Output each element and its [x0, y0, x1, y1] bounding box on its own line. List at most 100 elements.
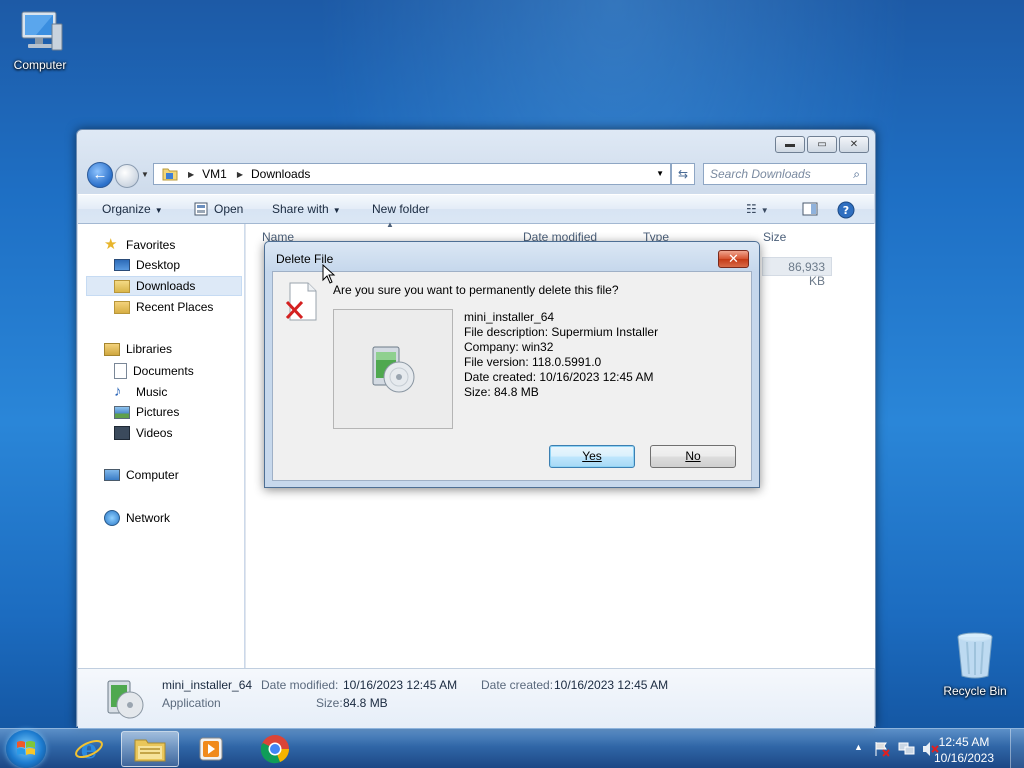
- delete-file-dialog: Delete File ✕ Are you sure you want to p…: [264, 241, 760, 488]
- preview-pane-icon: [802, 202, 818, 216]
- nav-favorites[interactable]: ★ Favorites: [104, 237, 175, 253]
- delete-file-icon: [285, 282, 317, 321]
- videos-icon: [114, 426, 130, 440]
- nav-network[interactable]: Network: [104, 510, 170, 526]
- show-desktop-button[interactable]: [1010, 729, 1024, 768]
- close-button[interactable]: ✕: [839, 136, 869, 153]
- nav-label: Recent Places: [136, 300, 214, 314]
- nav-videos[interactable]: Videos: [114, 426, 172, 440]
- back-button[interactable]: ←: [87, 162, 113, 188]
- clock-time: 12:45 AM: [938, 735, 990, 749]
- network-status-icon[interactable]: [898, 741, 916, 757]
- search-icon: ⌕: [853, 167, 860, 181]
- downloads-folder-icon: [114, 279, 130, 293]
- file-preview: [333, 309, 453, 429]
- new-folder-label: New folder: [372, 202, 430, 216]
- file-size-cell[interactable]: 86,933 KB: [762, 257, 832, 288]
- share-with-button[interactable]: Share with ▼: [272, 202, 341, 216]
- dialog-close-button[interactable]: ✕: [718, 250, 749, 268]
- nav-label: Videos: [136, 426, 173, 440]
- show-hidden-icons-button[interactable]: ▲: [854, 742, 863, 752]
- taskbar-internet-explorer[interactable]: e: [60, 731, 118, 767]
- file-size: Size: 84.8 MB: [464, 385, 539, 399]
- documents-icon: [114, 363, 127, 379]
- pictures-icon: [114, 405, 130, 419]
- search-placeholder: Search Downloads: [710, 167, 811, 181]
- desktop-icon-label: Recycle Bin: [943, 684, 1007, 698]
- preview-pane-button[interactable]: [802, 202, 818, 219]
- nav-label: Network: [126, 511, 171, 525]
- music-icon: ♪: [114, 383, 122, 400]
- file-description: File description: Supermium Installer: [464, 325, 659, 339]
- computer-icon: [104, 469, 120, 481]
- nav-desktop[interactable]: Desktop: [114, 258, 180, 272]
- desktop-icon: [114, 259, 130, 271]
- caption-buttons: ▬ ▭ ✕: [775, 136, 869, 153]
- nav-computer[interactable]: Computer: [104, 468, 179, 482]
- breadcrumb-separator-icon: ▶: [188, 169, 195, 179]
- nav-label: Libraries: [126, 342, 173, 356]
- back-arrow-icon: ←: [92, 166, 108, 183]
- open-label: Open: [214, 202, 244, 216]
- address-bar[interactable]: ▶ VM1 ▶ Downloads ▼: [153, 163, 671, 185]
- taskbar-chrome[interactable]: [246, 731, 304, 767]
- minimize-button[interactable]: ▬: [775, 136, 805, 153]
- star-icon: ★: [104, 236, 118, 253]
- nav-recent-places[interactable]: Recent Places: [114, 300, 213, 314]
- refresh-button[interactable]: ⇆: [671, 163, 695, 185]
- clock[interactable]: 12:45 AM 10/16/2023: [924, 734, 1004, 766]
- open-button[interactable]: Open: [194, 202, 243, 216]
- computer-icon: [21, 11, 63, 51]
- address-dropdown-icon[interactable]: ▼: [656, 169, 664, 178]
- taskbar: e ▲ 12:45 AM 10/16/2023: [0, 728, 1024, 768]
- mouse-cursor-icon: [322, 264, 336, 284]
- action-center-flag-icon[interactable]: [874, 741, 892, 757]
- search-input[interactable]: Search Downloads ⌕: [703, 163, 867, 185]
- nav-music[interactable]: ♪ Music: [114, 384, 167, 400]
- desktop-icon-recycle-bin[interactable]: Recycle Bin: [935, 630, 1015, 698]
- svg-text:e: e: [81, 735, 98, 764]
- maximize-button[interactable]: ▭: [807, 136, 837, 153]
- details-date-created-label: Date created:: [481, 678, 554, 692]
- file-info: mini_installer_64 File description: Supe…: [464, 310, 658, 400]
- yes-label: Yes: [582, 449, 602, 463]
- file-name: mini_installer_64: [464, 310, 555, 324]
- forward-button[interactable]: [115, 164, 139, 188]
- file-date-created: Date created: 10/16/2023 12:45 AM: [464, 370, 654, 384]
- nav-downloads[interactable]: Downloads: [86, 276, 242, 296]
- view-options-button[interactable]: ☷ ▼: [746, 202, 769, 216]
- nav-documents[interactable]: Documents: [114, 363, 194, 379]
- nav-libraries[interactable]: Libraries: [104, 342, 172, 356]
- start-button[interactable]: [6, 730, 46, 768]
- nav-pictures[interactable]: Pictures: [114, 405, 179, 419]
- no-label: No: [685, 449, 701, 463]
- navigation-pane: ★ Favorites Desktop Downloads Recent Plac…: [78, 224, 244, 668]
- nav-label: Computer: [126, 468, 179, 482]
- folder-icon: [134, 739, 166, 762]
- svg-text:?: ?: [843, 204, 849, 217]
- help-button[interactable]: ?: [837, 201, 855, 222]
- installer-icon: [107, 680, 144, 719]
- desktop-icon-computer[interactable]: Computer: [0, 10, 80, 72]
- details-pane: mini_installer_64 Application Date modif…: [78, 668, 874, 728]
- breadcrumb-downloads[interactable]: Downloads: [251, 167, 310, 181]
- open-icon: [194, 202, 208, 216]
- chevron-down-icon: ▼: [154, 206, 163, 215]
- breadcrumb-vm1[interactable]: VM1: [202, 167, 227, 181]
- nav-label: Music: [136, 385, 168, 399]
- new-folder-button[interactable]: New folder: [372, 202, 429, 216]
- chrome-icon: [260, 735, 289, 764]
- windows-logo-icon: [17, 741, 35, 755]
- recent-pages-dropdown-icon[interactable]: ▼: [141, 170, 149, 179]
- taskbar-media-player[interactable]: [182, 731, 240, 767]
- no-button[interactable]: No: [650, 445, 736, 468]
- column-header-size[interactable]: Size: [763, 230, 786, 244]
- recent-places-icon: [114, 300, 130, 314]
- chevron-down-icon: ▼: [760, 206, 769, 215]
- organize-label: Organize: [102, 202, 151, 216]
- organize-button[interactable]: Organize ▼: [102, 202, 163, 216]
- taskbar-windows-explorer[interactable]: [121, 731, 179, 767]
- yes-button[interactable]: Yes: [549, 445, 635, 468]
- details-file-type: Application: [162, 696, 221, 710]
- details-date-modified-label: Date modified:: [261, 678, 339, 692]
